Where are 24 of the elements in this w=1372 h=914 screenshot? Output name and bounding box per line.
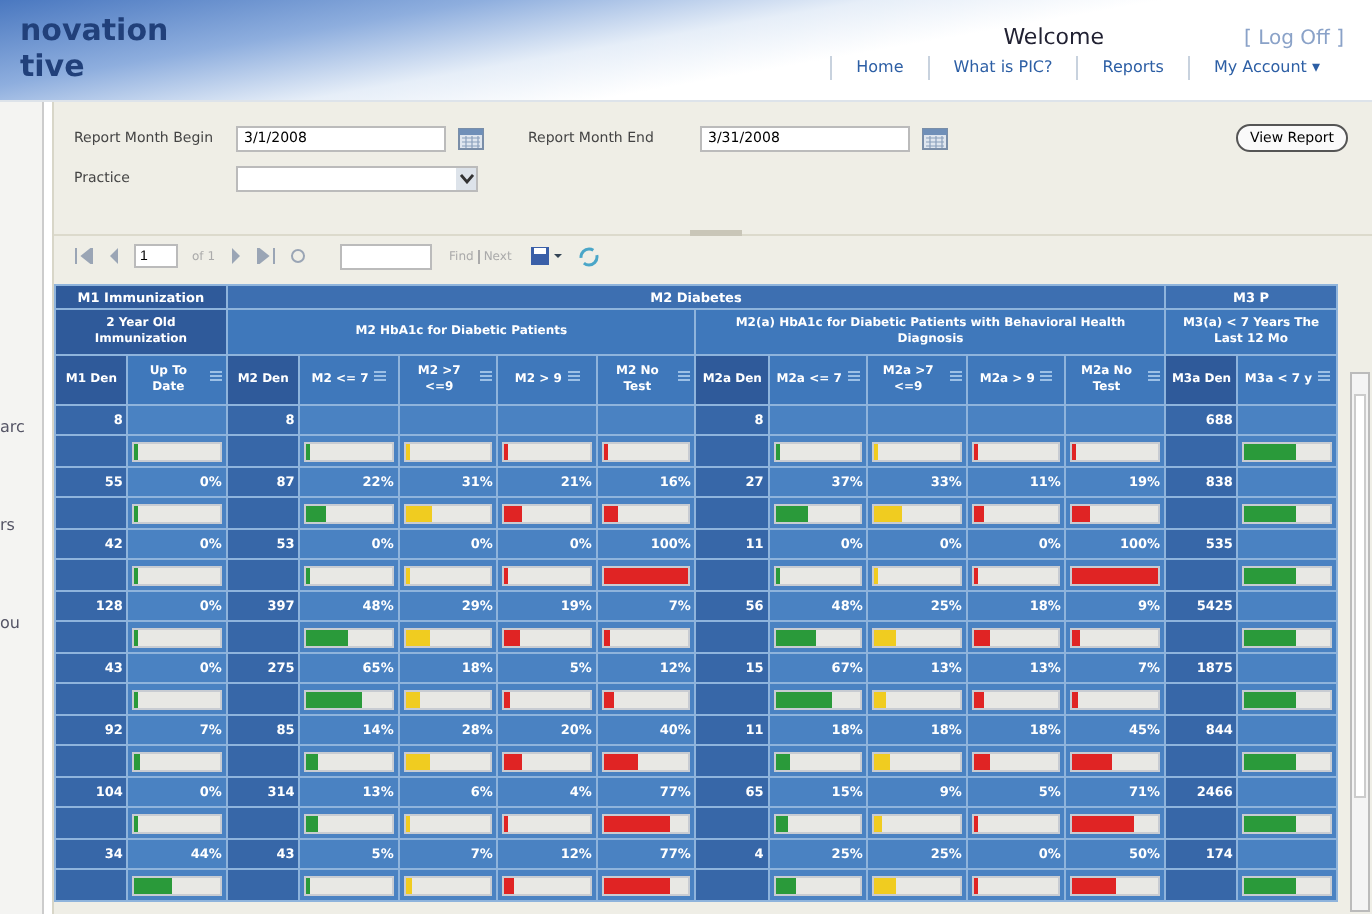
first-page-icon[interactable] bbox=[74, 248, 94, 264]
sidebar-link[interactable]: arc bbox=[0, 418, 42, 436]
previous-page-icon[interactable] bbox=[108, 248, 120, 264]
next-page-icon[interactable] bbox=[229, 248, 242, 264]
scrollbar[interactable] bbox=[1350, 372, 1370, 912]
refresh-icon[interactable] bbox=[577, 245, 600, 267]
calendar-icon[interactable] bbox=[458, 127, 484, 149]
caret-icon: ▾ bbox=[1311, 58, 1320, 76]
logo-text: tive bbox=[20, 48, 87, 84]
back-icon[interactable] bbox=[289, 248, 306, 264]
dropdown-arrow-icon[interactable] bbox=[456, 167, 476, 189]
welcome-text: Welcome bbox=[1003, 24, 1105, 50]
find-field[interactable] bbox=[339, 243, 432, 269]
nav-link[interactable]: What is PIC? bbox=[927, 56, 1077, 80]
nav-link[interactable]: My Account ▾ bbox=[1187, 56, 1344, 80]
nav-link[interactable]: Reports bbox=[1076, 56, 1188, 80]
logo-text: novation bbox=[20, 12, 169, 48]
save-icon[interactable] bbox=[529, 246, 564, 266]
sidebar-link[interactable]: ou bbox=[0, 614, 42, 632]
splitter-handle[interactable] bbox=[690, 230, 742, 236]
calendar-icon[interactable] bbox=[922, 127, 948, 149]
nav-link[interactable]: Home bbox=[830, 56, 928, 80]
sidebar-link[interactable]: rs bbox=[0, 516, 42, 534]
last-page-icon[interactable] bbox=[255, 248, 276, 264]
